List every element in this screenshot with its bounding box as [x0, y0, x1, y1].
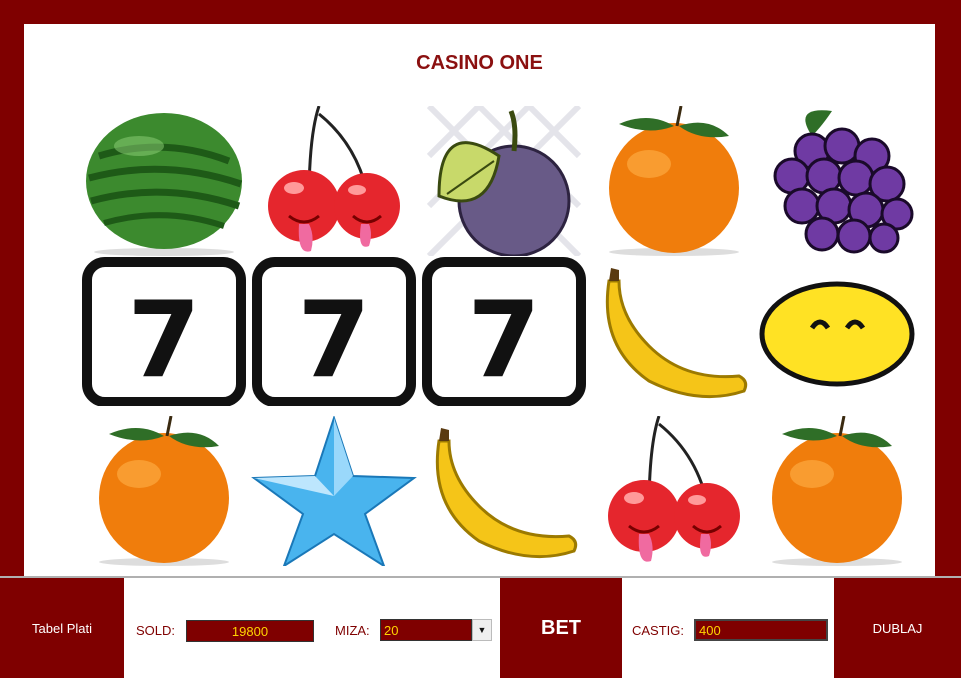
reel-2-row-3-star: [249, 416, 419, 566]
grapes-icon: [773, 110, 914, 254]
seven-text: 7: [127, 279, 200, 401]
miza-value: 20: [384, 622, 399, 638]
reel-1-row-3-orange: [79, 416, 249, 566]
miza-select[interactable]: 20: [380, 619, 472, 641]
orange-icon: [99, 416, 229, 566]
sold-label: SOLD:: [136, 623, 176, 638]
plum-icon: [426, 106, 582, 256]
reel-4-row-2-banana: [589, 256, 759, 406]
star-icon: [251, 416, 417, 566]
watermelon-icon: [86, 113, 243, 256]
dropdown-arrow-icon[interactable]: ▼: [472, 619, 492, 641]
reel-3-row-1-plum: [419, 106, 589, 256]
seven-text: 7: [297, 279, 370, 401]
seven-icon: 7: [252, 257, 416, 406]
game-panel: CASINO ONE 7 7 7: [24, 24, 935, 576]
reel-5-row-1-grapes: [752, 106, 922, 256]
lemon-icon: [759, 281, 915, 387]
castig-label: CASTIG:: [632, 623, 685, 638]
reel-1-row-2-seven: 7: [79, 256, 249, 406]
cherries-icon: [268, 106, 400, 252]
game-title: CASINO ONE: [416, 52, 543, 74]
reel-1-row-1-watermelon: [79, 106, 249, 256]
seven-icon: 7: [82, 257, 246, 406]
sold-field: 19800: [186, 620, 314, 642]
banana-icon: [605, 268, 748, 399]
control-bar: Tabel Plati SOLD: 19800 MIZA: 20 ▼ BET C…: [0, 576, 961, 678]
orange-icon: [609, 106, 739, 256]
miza-label: MIZA:: [335, 623, 370, 638]
reel-2-row-1-cherries: [249, 106, 419, 256]
seven-icon: 7: [422, 257, 586, 406]
reel-5-row-2-lemon: [752, 256, 922, 406]
orange-icon: [772, 416, 902, 566]
seven-text: 7: [467, 279, 540, 401]
reel-3-row-3-banana: [419, 416, 589, 566]
reel-4-row-1-orange: [589, 106, 759, 256]
castig-field: 400: [694, 619, 828, 641]
bet-button[interactable]: BET: [500, 578, 622, 678]
reel-2-row-2-seven: 7: [249, 256, 419, 406]
paytable-button[interactable]: Tabel Plati: [0, 578, 124, 678]
cherries-icon: [608, 416, 740, 562]
reel-4-row-3-cherries: [589, 416, 759, 566]
banana-icon: [435, 428, 578, 559]
reel-5-row-3-orange: [752, 416, 922, 566]
dublaj-button[interactable]: DUBLAJ: [834, 578, 961, 678]
reel-3-row-2-seven: 7: [419, 256, 589, 406]
